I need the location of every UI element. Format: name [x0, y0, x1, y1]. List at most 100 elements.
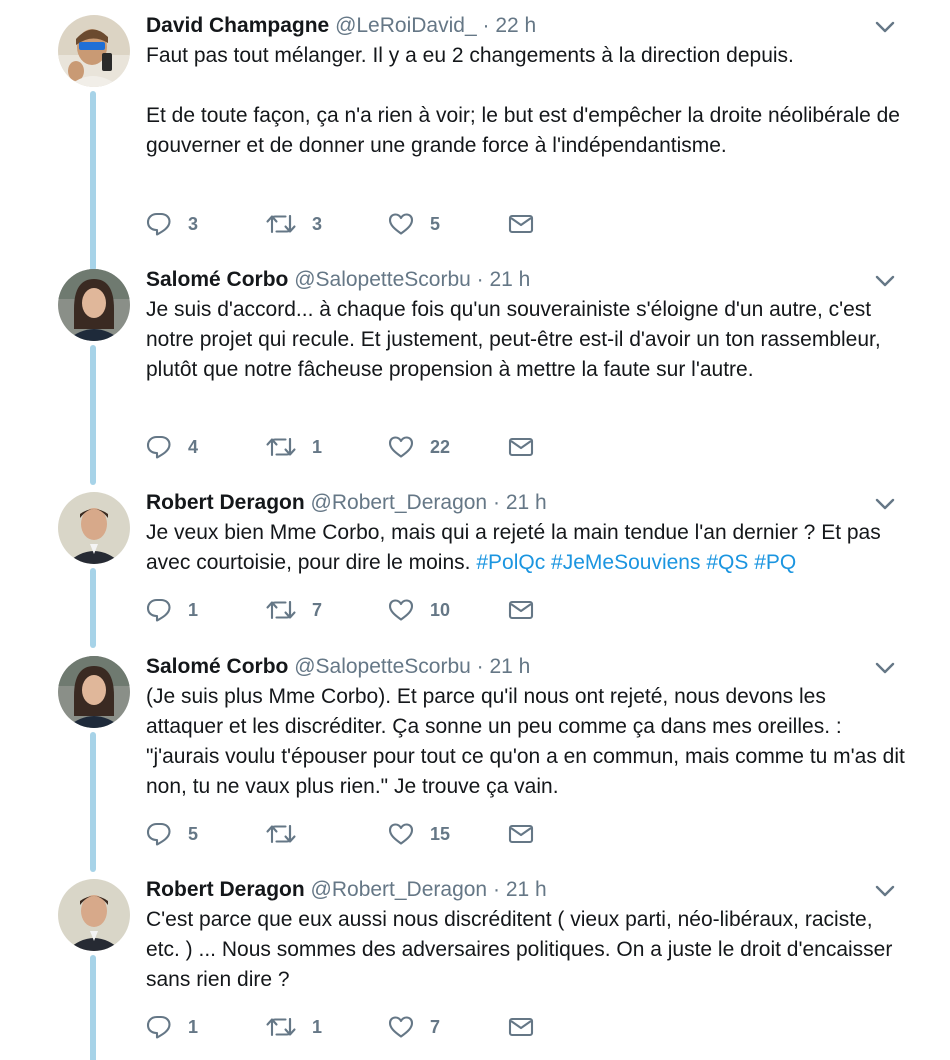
replies-count: 4	[188, 437, 199, 457]
author-name[interactable]: Robert Deragon	[146, 491, 305, 514]
avatar-image	[58, 15, 130, 87]
reply-icon	[146, 598, 172, 622]
tweet-header: Salomé Corbo @SalopetteScorbu · 21 h	[146, 265, 530, 295]
like-icon	[388, 212, 414, 236]
likes-count: 10	[430, 600, 451, 620]
reply-button[interactable]: 1	[146, 594, 198, 626]
chevron-down-icon[interactable]	[874, 883, 896, 899]
direct-message-icon	[508, 436, 534, 458]
retweet-button[interactable]: 1	[266, 1011, 322, 1043]
timestamp[interactable]: 21 h	[489, 655, 530, 678]
reply-button[interactable]: 5	[146, 818, 198, 850]
timestamp[interactable]: 21 h	[506, 491, 547, 514]
reply-icon	[146, 1015, 172, 1039]
retweet-button[interactable]: 3	[266, 208, 322, 240]
avatar[interactable]	[58, 656, 130, 728]
direct-message-button[interactable]	[508, 431, 534, 463]
direct-message-button[interactable]	[508, 1011, 534, 1043]
tweet-text: Faut pas tout mélanger. Il y a eu 2 chan…	[146, 41, 906, 161]
likes-count: 22	[430, 437, 451, 457]
hashtag-link[interactable]: #PolQc	[476, 551, 545, 574]
tweet-text: Je suis d'accord... à chaque fois qu'un …	[146, 295, 906, 385]
retweet-icon	[266, 435, 296, 459]
avatar-image	[58, 656, 130, 728]
likes-count: 7	[430, 1017, 441, 1037]
timestamp[interactable]: 22 h	[495, 14, 536, 37]
tweet-text-segment: Je suis d'accord... à chaque fois qu'un …	[146, 298, 881, 381]
chevron-down-icon[interactable]	[874, 496, 896, 512]
retweet-button[interactable]: 1	[266, 431, 322, 463]
reply-icon	[146, 822, 172, 846]
author-name[interactable]: David Champagne	[146, 14, 329, 37]
hashtag-link[interactable]: #PQ	[754, 551, 796, 574]
author-handle[interactable]: @SalopetteScorbu	[294, 268, 471, 291]
like-button[interactable]: 10	[388, 594, 450, 626]
retweet-button[interactable]: 7	[266, 594, 322, 626]
reply-icon	[146, 435, 172, 459]
tweet-header: David Champagne @LeRoiDavid_ · 22 h	[146, 11, 536, 41]
author-handle[interactable]: @Robert_Deragon	[311, 878, 488, 901]
tweet-actions: 3 3 5	[146, 208, 566, 240]
avatar[interactable]	[58, 15, 130, 87]
likes-count: 5	[430, 214, 441, 234]
direct-message-button[interactable]	[508, 208, 534, 240]
tweet-header: Robert Deragon @Robert_Deragon · 21 h	[146, 488, 547, 518]
reply-button[interactable]: 1	[146, 1011, 198, 1043]
thread-line	[90, 568, 96, 648]
separator-dot: ·	[476, 268, 484, 291]
avatar[interactable]	[58, 492, 130, 564]
tweet-text: C'est parce que eux aussi nous discrédit…	[146, 905, 906, 995]
hashtag-link[interactable]: #QS	[706, 551, 748, 574]
like-icon	[388, 435, 414, 459]
like-button[interactable]: 22	[388, 431, 450, 463]
retweets-count: 7	[312, 600, 323, 620]
author-name[interactable]: Robert Deragon	[146, 878, 305, 901]
avatar-image	[58, 492, 130, 564]
tweet-paragraph: C'est parce que eux aussi nous discrédit…	[146, 905, 906, 995]
chevron-down-icon[interactable]	[874, 19, 896, 35]
tweet-actions: 4 1 22	[146, 431, 566, 463]
separator-dot: ·	[476, 655, 484, 678]
avatar[interactable]	[58, 879, 130, 951]
replies-count: 3	[188, 214, 199, 234]
direct-message-button[interactable]	[508, 594, 534, 626]
tweet-actions: 1 7 10	[146, 594, 566, 626]
chevron-down-icon[interactable]	[874, 660, 896, 676]
tweet-paragraph: Faut pas tout mélanger. Il y a eu 2 chan…	[146, 41, 906, 71]
like-button[interactable]: 5	[388, 208, 440, 240]
avatar-image	[58, 879, 130, 951]
avatar[interactable]	[58, 269, 130, 341]
direct-message-icon	[508, 599, 534, 621]
tweet-text: Je veux bien Mme Corbo, mais qui a rejet…	[146, 518, 906, 578]
author-handle[interactable]: @LeRoiDavid_	[335, 14, 477, 37]
retweets-count: 3	[312, 214, 323, 234]
tweet-paragraph: Je veux bien Mme Corbo, mais qui a rejet…	[146, 518, 906, 578]
tweet-header: Salomé Corbo @SalopetteScorbu · 21 h	[146, 652, 530, 682]
author-handle[interactable]: @Robert_Deragon	[311, 491, 488, 514]
author-name[interactable]: Salomé Corbo	[146, 655, 288, 678]
retweet-icon	[266, 212, 296, 236]
timestamp[interactable]: 21 h	[489, 268, 530, 291]
chevron-down-icon[interactable]	[874, 273, 896, 289]
hashtag-link[interactable]: #JeMeSouviens	[551, 551, 700, 574]
tweet-text-segment: Et de toute façon, ça n'a rien à voir; l…	[146, 104, 900, 157]
reply-button[interactable]: 4	[146, 431, 198, 463]
direct-message-icon	[508, 213, 534, 235]
tweet-paragraph: Et de toute façon, ça n'a rien à voir; l…	[146, 101, 906, 161]
tweet-header: Robert Deragon @Robert_Deragon · 21 h	[146, 875, 547, 905]
retweets-count: 1	[312, 1017, 323, 1037]
like-icon	[388, 598, 414, 622]
direct-message-icon	[508, 823, 534, 845]
like-button[interactable]: 7	[388, 1011, 440, 1043]
tweet-text: (Je suis plus Mme Corbo). Et parce qu'il…	[146, 682, 906, 802]
tweet-actions: 1 1 7	[146, 1011, 566, 1043]
reply-button[interactable]: 3	[146, 208, 198, 240]
like-button[interactable]: 15	[388, 818, 450, 850]
author-name[interactable]: Salomé Corbo	[146, 268, 288, 291]
like-icon	[388, 1015, 414, 1039]
timestamp[interactable]: 21 h	[506, 878, 547, 901]
separator-dot: ·	[492, 878, 500, 901]
direct-message-button[interactable]	[508, 818, 534, 850]
retweet-button[interactable]	[266, 818, 312, 850]
author-handle[interactable]: @SalopetteScorbu	[294, 655, 471, 678]
